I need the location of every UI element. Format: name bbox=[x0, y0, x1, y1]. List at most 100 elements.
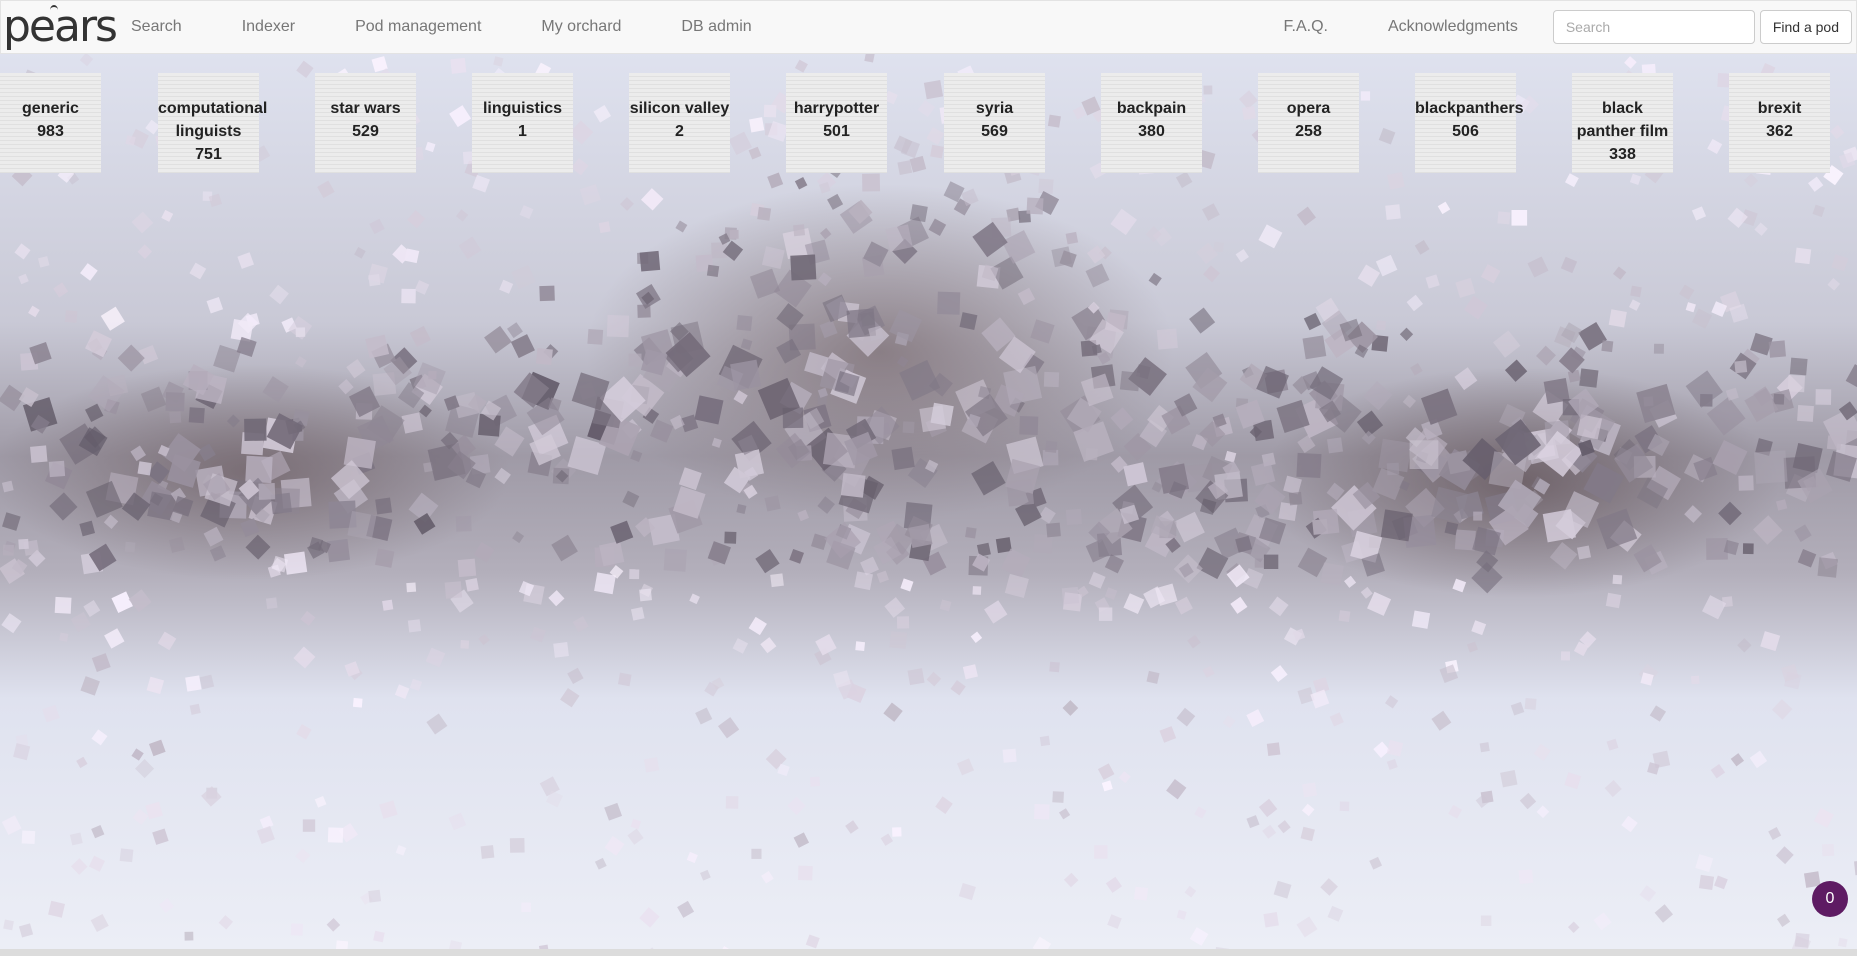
pears-logo[interactable]: pears bbox=[1, 1, 118, 53]
mosaic-tile bbox=[1605, 592, 1622, 609]
mosaic-tile bbox=[706, 264, 720, 277]
mosaic-tile bbox=[521, 902, 532, 913]
mosaic-tile bbox=[2, 512, 21, 531]
mosaic-tile bbox=[935, 796, 953, 814]
mosaic-tile bbox=[494, 467, 511, 485]
mosaic-tile bbox=[203, 526, 224, 547]
mosaic-tile bbox=[1063, 872, 1079, 888]
mosaic-tile bbox=[510, 334, 535, 359]
mosaic-tile bbox=[854, 571, 873, 591]
nav-db-admin[interactable]: DB admin bbox=[651, 1, 781, 53]
pod-card[interactable]: syria 569 bbox=[944, 73, 1045, 173]
mosaic-tile bbox=[1194, 806, 1207, 819]
mosaic-tile bbox=[1437, 201, 1451, 215]
mosaic-tile bbox=[1510, 701, 1525, 716]
mosaic-tile bbox=[789, 548, 805, 564]
pod-card[interactable]: star wars 529 bbox=[315, 73, 416, 173]
mosaic-tile bbox=[256, 825, 275, 844]
mosaic-tile bbox=[91, 653, 111, 672]
mosaic-tile bbox=[707, 541, 731, 565]
mosaic-tile bbox=[189, 262, 207, 280]
pod-card[interactable]: linguistics 1 bbox=[472, 73, 573, 173]
mosaic-tile bbox=[891, 446, 915, 471]
mosaic-tile bbox=[226, 414, 240, 428]
mosaic-tile bbox=[686, 851, 698, 864]
mosaic-tile bbox=[184, 931, 194, 941]
mosaic-tile bbox=[819, 320, 838, 339]
mosaic-tile bbox=[137, 461, 152, 476]
mosaic-tile bbox=[185, 675, 202, 692]
mosaic-tile bbox=[622, 490, 640, 508]
nav-acknowledgments[interactable]: Acknowledgments bbox=[1358, 1, 1548, 53]
mosaic-tile bbox=[1606, 738, 1619, 751]
mosaic-tile bbox=[1187, 634, 1201, 649]
mosaic-tile bbox=[677, 900, 695, 918]
bottom-strip bbox=[0, 949, 1857, 956]
mosaic-tile bbox=[757, 206, 772, 221]
mosaic-tile bbox=[1604, 780, 1622, 798]
mosaic-tile bbox=[1466, 641, 1478, 653]
nav-search[interactable]: Search bbox=[101, 1, 212, 53]
pod-card[interactable]: harrypotter 501 bbox=[786, 73, 887, 173]
mosaic-tile bbox=[790, 254, 817, 281]
search-input[interactable] bbox=[1552, 10, 1755, 44]
mosaic-tile bbox=[1094, 845, 1108, 859]
mosaic-tile bbox=[639, 907, 660, 928]
mosaic-tile bbox=[302, 819, 316, 832]
mosaic-tile bbox=[630, 449, 643, 462]
pod-card[interactable]: silicon valley 2 bbox=[629, 73, 730, 173]
mosaic-tile bbox=[1146, 670, 1160, 684]
pod-card[interactable]: brexit 362 bbox=[1729, 73, 1830, 173]
pod-card[interactable]: computational linguists 751 bbox=[158, 73, 267, 173]
mosaic-tile bbox=[639, 250, 661, 272]
mosaic-tile bbox=[111, 591, 133, 613]
mosaic-tile bbox=[119, 848, 134, 863]
find-pod-button[interactable]: Find a pod bbox=[1759, 10, 1852, 44]
pod-card[interactable]: opera 258 bbox=[1258, 73, 1359, 173]
mosaic-tile bbox=[130, 445, 147, 462]
mosaic-tile bbox=[1527, 256, 1549, 278]
mosaic-tile bbox=[448, 812, 467, 831]
mosaic-tile bbox=[1101, 780, 1113, 792]
mosaic-tile bbox=[1455, 277, 1476, 298]
mosaic-tile bbox=[1629, 173, 1642, 185]
nav-pod-management[interactable]: Pod management bbox=[325, 1, 511, 53]
pod-card[interactable]: black panther film 338 bbox=[1572, 73, 1673, 173]
mosaic-tile bbox=[168, 536, 185, 553]
nav-faq[interactable]: F.A.Q. bbox=[1254, 1, 1358, 53]
mosaic-tile bbox=[1621, 815, 1638, 833]
mosaic-tile bbox=[1480, 264, 1501, 284]
mosaic-tile bbox=[413, 513, 436, 535]
notification-badge[interactable]: 0 bbox=[1812, 881, 1848, 917]
mosaic-tile bbox=[1690, 675, 1700, 685]
pod-card[interactable]: generic 983 bbox=[0, 73, 101, 173]
nav-indexer[interactable]: Indexer bbox=[212, 1, 325, 53]
mosaic-tile bbox=[1560, 651, 1571, 661]
mosaic-tile bbox=[1087, 245, 1106, 264]
mosaic-tile bbox=[1420, 388, 1458, 425]
mosaic-tile bbox=[346, 359, 366, 379]
mosaic-tile bbox=[1710, 764, 1726, 779]
mosaic-tile bbox=[1684, 505, 1703, 523]
mosaic-tile bbox=[188, 407, 205, 424]
mosaic-tile bbox=[1119, 370, 1141, 392]
mosaic-tile bbox=[959, 312, 978, 331]
pod-card[interactable]: backpain 380 bbox=[1101, 73, 1202, 173]
mosaic-tile bbox=[237, 252, 255, 269]
mosaic-tile bbox=[1744, 388, 1779, 423]
mosaic-tile bbox=[1262, 824, 1277, 839]
mosaic-tile bbox=[1601, 340, 1614, 353]
mosaic-tile bbox=[499, 279, 514, 294]
mosaic-tile bbox=[1822, 844, 1835, 857]
mosaic-tile bbox=[1794, 247, 1812, 265]
mosaic-tile bbox=[79, 520, 96, 537]
mosaic-tile bbox=[1536, 805, 1550, 819]
mosaic-tile bbox=[401, 288, 416, 304]
mosaic-tile bbox=[1549, 542, 1578, 570]
pod-card[interactable]: blackpanthers 506 bbox=[1415, 73, 1523, 173]
mosaic-tile bbox=[617, 672, 632, 687]
mosaic-tile bbox=[1038, 506, 1056, 524]
mosaic-tile bbox=[1110, 208, 1137, 236]
nav-my-orchard[interactable]: My orchard bbox=[511, 1, 651, 53]
mosaic-tile bbox=[409, 325, 431, 348]
